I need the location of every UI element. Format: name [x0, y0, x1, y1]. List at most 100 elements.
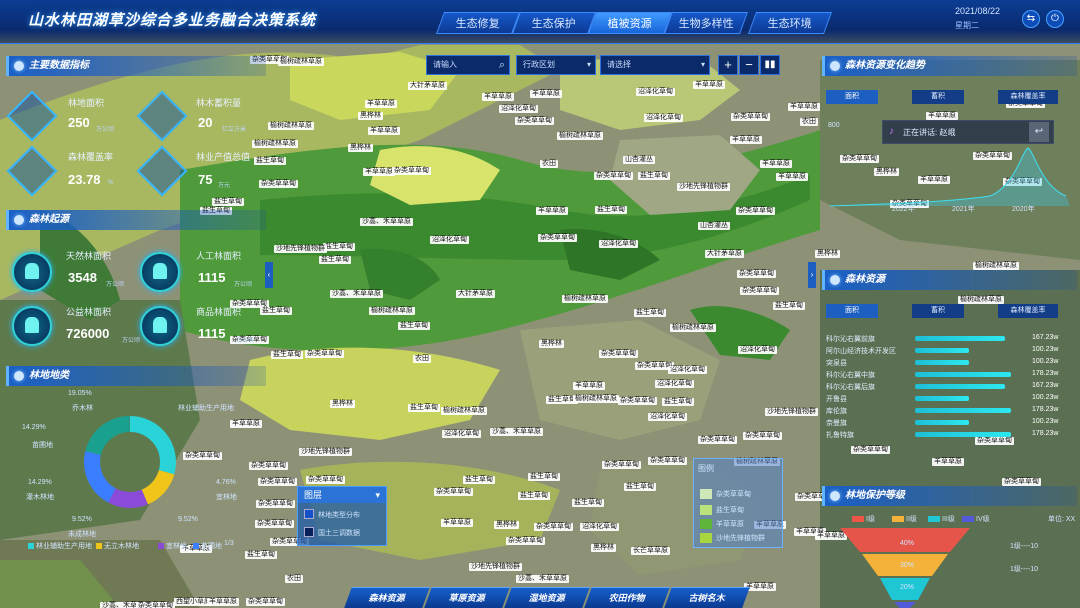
map-label[interactable]: 沼泽化草甸	[644, 114, 683, 122]
collapse-left-icon[interactable]: ‹	[265, 262, 273, 288]
map-label[interactable]: 羊草草原	[776, 173, 808, 181]
map-label[interactable]: 杂类草草甸	[258, 478, 297, 486]
nav-tab-environment[interactable]: 生态环境	[747, 12, 833, 34]
map-label[interactable]: 羊草草原	[926, 112, 958, 120]
map-label[interactable]: 沙地先锋植物群	[677, 183, 730, 191]
map-label[interactable]: 榆树疏林草原	[958, 296, 1004, 304]
map-label[interactable]: 盐生草甸	[595, 206, 627, 214]
map-label[interactable]: 杂类草草甸	[743, 432, 782, 440]
map-label[interactable]: 盐生草甸	[518, 492, 550, 500]
map-label[interactable]: 羊草草原	[536, 207, 568, 215]
map-label[interactable]: 羊草草原	[441, 519, 473, 527]
map-label[interactable]: 沼泽化草甸	[738, 346, 777, 354]
map-label[interactable]: 黑桦林	[494, 521, 519, 529]
map-label[interactable]: 沙地先锋植物群	[469, 563, 522, 571]
map-label[interactable]: 羊草草原	[693, 81, 725, 89]
map-label[interactable]: 羊草草原	[573, 382, 605, 390]
map-label[interactable]: 杂类草草甸	[618, 397, 657, 405]
map-label[interactable]: 沼泽化草甸	[655, 380, 694, 388]
map-label[interactable]: 农田	[413, 355, 431, 363]
map-label[interactable]: 羊草草原	[230, 420, 262, 428]
bottom-tab-ancient-trees[interactable]: 古树名木	[664, 587, 750, 608]
map-label[interactable]: 沙蒿、禾草草原	[516, 575, 569, 583]
layer-checkbox[interactable]	[304, 509, 314, 519]
resources-tab-area[interactable]: 面积	[826, 304, 878, 318]
map-label[interactable]: 农田	[285, 575, 303, 583]
map-label[interactable]: 榆树疏林草原	[557, 132, 603, 140]
map-label[interactable]: 盐生草甸	[624, 483, 656, 491]
map-label[interactable]: 羊草草原	[730, 136, 762, 144]
search-input[interactable]: 请输入 ⌕	[426, 55, 510, 75]
map-label[interactable]: 沼泽化草甸	[442, 430, 481, 438]
map-label[interactable]: 羊草草原	[482, 93, 514, 101]
map-label[interactable]: 羊草草原	[530, 90, 562, 98]
nav-tab-ecological-restoration[interactable]: 生态修复	[435, 12, 521, 34]
map-label[interactable]: 黑桦林	[358, 112, 383, 120]
map-label[interactable]: 沼泽化草甸	[636, 88, 675, 96]
map-label[interactable]: 黑桦林	[815, 250, 840, 258]
map-label[interactable]: 盐生草甸	[212, 198, 244, 206]
map-label[interactable]: 羊草草原	[760, 160, 792, 168]
map-label[interactable]: 沙地先锋植物群	[274, 245, 327, 253]
map-label[interactable]: 杂类草草甸	[648, 457, 687, 465]
resources-tab-coverage[interactable]: 森林覆盖率	[998, 304, 1058, 318]
map-label[interactable]: 盐生草甸	[319, 256, 351, 264]
map-label[interactable]: 杂类草草甸	[736, 207, 775, 215]
map-label[interactable]: 杂类草草甸	[599, 350, 638, 358]
map-label[interactable]: 沙蒿、禾草草原	[360, 218, 413, 226]
map-label[interactable]: 杂类草草甸	[698, 436, 737, 444]
map-label[interactable]: 杂类草草甸	[1002, 478, 1041, 486]
map-label[interactable]: 长芒草草原	[631, 547, 670, 555]
map-label[interactable]: 盐生草甸	[323, 243, 355, 251]
region-select[interactable]: 请选择 ▾	[600, 55, 710, 75]
map-label[interactable]: 榆树疏林草原	[573, 395, 619, 403]
map-label[interactable]: 盐生草甸	[245, 551, 277, 559]
map-label[interactable]: 榆树疏林草原	[973, 262, 1019, 270]
map-label[interactable]: 农田	[800, 118, 818, 126]
map-label[interactable]: 杂类草草甸	[136, 602, 175, 608]
map-label[interactable]: 杂类草草甸	[249, 462, 288, 470]
trend-tab-coverage[interactable]: 森林覆盖率	[998, 90, 1058, 104]
map-label[interactable]: 羊草草原	[932, 458, 964, 466]
map-label[interactable]: 杂类草草甸	[434, 488, 473, 496]
map-label[interactable]: 杂类草草甸	[602, 461, 641, 469]
map-label[interactable]: 杂类草草甸	[306, 476, 345, 484]
map-label[interactable]: 杂类草草甸	[594, 172, 633, 180]
map-label[interactable]: 榆树疏林草原	[670, 324, 716, 332]
search-icon[interactable]: ⌕	[499, 56, 505, 74]
map-label[interactable]: 杂类草草甸	[256, 500, 295, 508]
resources-tab-volume[interactable]: 蓄积	[912, 304, 964, 318]
map-label[interactable]: 杂类草草甸	[259, 180, 298, 188]
trend-tab-area[interactable]: 面积	[826, 90, 878, 104]
map-label[interactable]: 山杏灌丛	[623, 156, 655, 164]
map-label[interactable]: 杂类草草甸	[246, 598, 285, 606]
map-label[interactable]: 榆树疏林草原	[369, 307, 415, 315]
map-label[interactable]: 沙地先锋植物群	[299, 448, 352, 456]
map-label[interactable]: 羊草草原	[365, 100, 397, 108]
map-label[interactable]: 沙地先锋植物群	[765, 408, 818, 416]
nav-tab-ecological-protection[interactable]: 生态保护	[511, 12, 597, 34]
map-label[interactable]: 黑桦林	[539, 340, 564, 348]
map-label[interactable]: 沼泽化草甸	[599, 240, 638, 248]
map-label[interactable]: 盐生草甸	[408, 404, 440, 412]
bottom-tab-forest[interactable]: 森林资源	[344, 587, 430, 608]
zoom-in-button[interactable]: +	[718, 55, 738, 75]
map-label[interactable]: 沼泽化草甸	[648, 413, 687, 421]
map-label[interactable]: 杂类草草甸	[305, 350, 344, 358]
map-label[interactable]: 杂类草草甸	[851, 446, 890, 454]
map-label[interactable]: 沼泽化草甸	[580, 523, 619, 531]
map-label[interactable]: 盐生草甸	[638, 172, 670, 180]
map-label[interactable]: 沼泽化草甸	[430, 236, 469, 244]
layer-panel-header[interactable]: 图层 ▾	[298, 487, 386, 503]
map-label[interactable]: 榆树疏林草原	[268, 122, 314, 130]
map-label[interactable]: 羊草草原	[207, 598, 239, 606]
map-label[interactable]: 盐生草甸	[260, 307, 292, 315]
nav-tab-vegetation[interactable]: 植被资源	[587, 12, 673, 34]
bottom-tab-wetland[interactable]: 湿地资源	[504, 587, 590, 608]
layer-checkbox[interactable]	[304, 527, 314, 537]
map-label[interactable]: 杂类草草甸	[255, 520, 294, 528]
map-label[interactable]: 盐生草甸	[773, 302, 805, 310]
map-label[interactable]: 杂类草草甸	[740, 287, 779, 295]
map-label[interactable]: 黑桦林	[591, 544, 616, 552]
bottom-tab-grassland[interactable]: 草原资源	[424, 587, 510, 608]
